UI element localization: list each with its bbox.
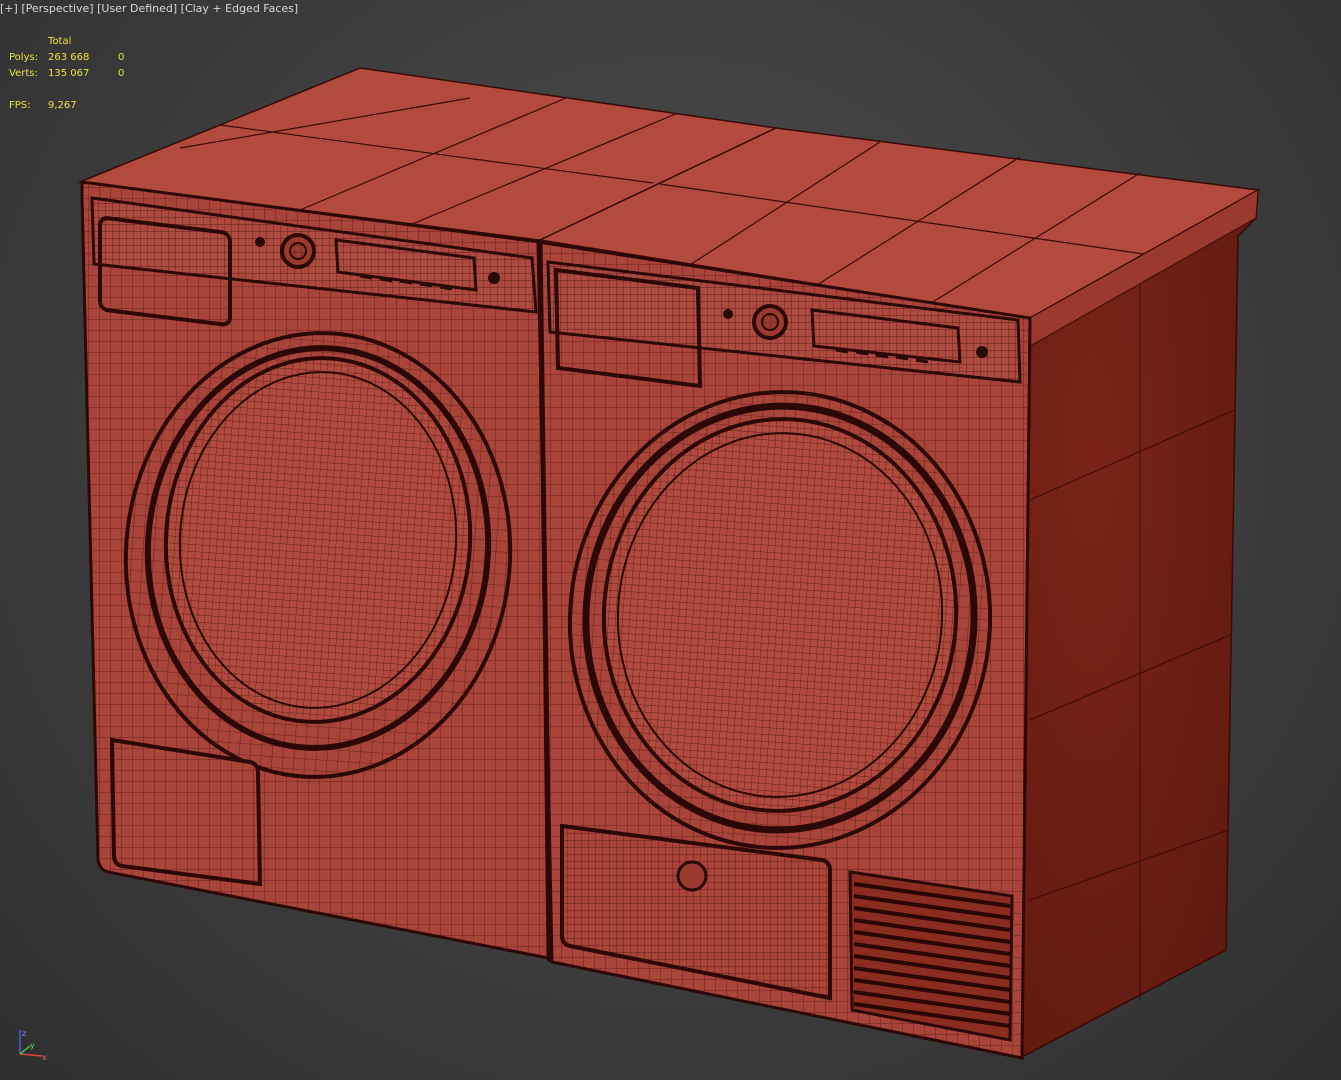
stats-label: Verts:: [9, 68, 38, 79]
washer-front: [80, 180, 550, 960]
axis-label-x: x: [42, 1053, 47, 1062]
fps-value: 9,267: [48, 100, 77, 111]
axis-label-y: y: [30, 1041, 35, 1050]
stats-total: 263 668: [48, 52, 90, 63]
viewport-perspective[interactable]: [+] [Perspective] [User Defined] [Clay +…: [0, 0, 1341, 1080]
axis-label-z: z: [22, 1029, 26, 1038]
viewport-menu-plus[interactable]: [+]: [0, 2, 18, 15]
viewport-label: [+] [Perspective] [User Defined] [Clay +…: [0, 2, 298, 15]
dryer-front: [536, 240, 1032, 1060]
viewport-menu-shading[interactable]: [Clay + Edged Faces]: [181, 2, 299, 15]
stats-header: Total: [48, 36, 72, 47]
viewport-menu-view[interactable]: [Perspective]: [21, 2, 93, 15]
axis-tripod-icon: z y x: [19, 1029, 47, 1062]
viewport-menu-pov[interactable]: [User Defined]: [97, 2, 177, 15]
stats-selected: 0: [118, 68, 125, 79]
stats-selected: 0: [118, 52, 125, 63]
stats-label: Polys:: [9, 52, 39, 63]
dryer-side: [1019, 188, 1259, 1060]
fps-label: FPS:: [9, 100, 31, 111]
scene-render[interactable]: [0, 0, 1341, 1080]
stats-total: 135 067: [48, 68, 90, 79]
